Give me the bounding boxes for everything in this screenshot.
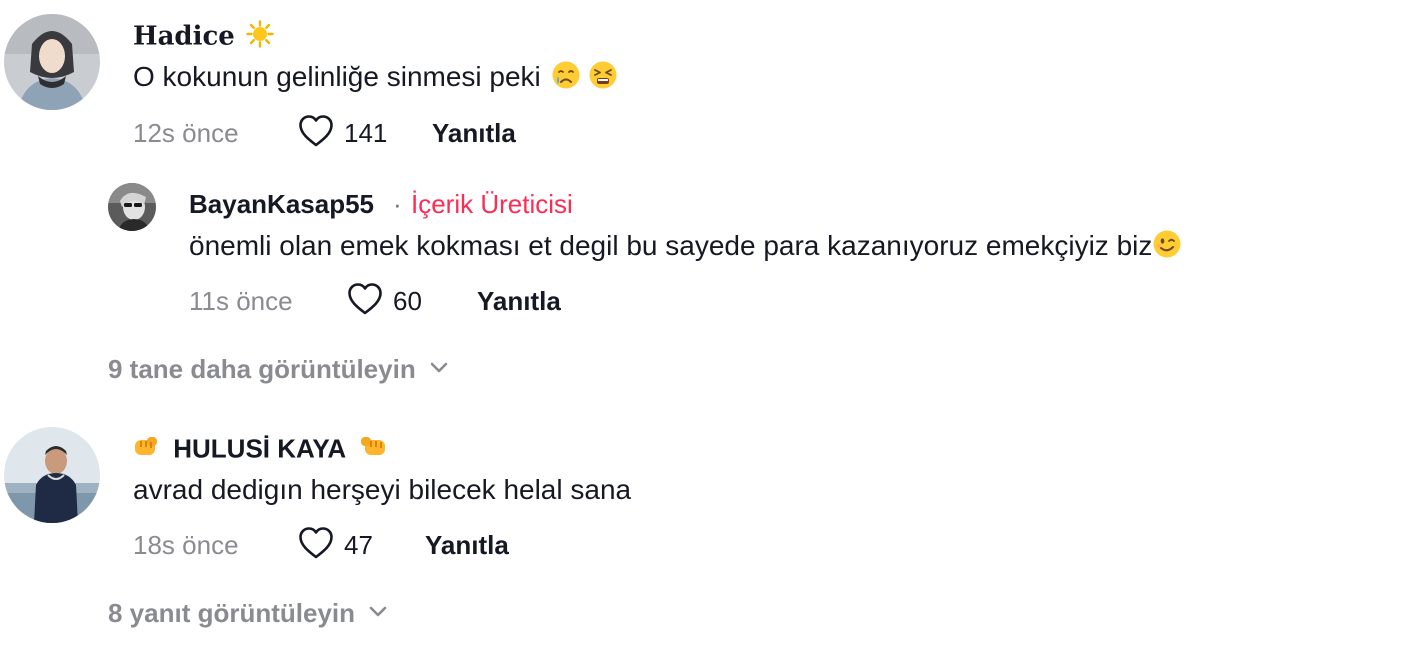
heart-outline-icon (298, 526, 334, 565)
avatar[interactable] (4, 427, 100, 523)
view-more-label: 8 yanıt görüntüleyin (108, 598, 356, 628)
comment-timestamp: 18s önce (133, 530, 239, 560)
reply-text-content: önemli olan emek kokması et degil bu say… (189, 229, 1153, 261)
crying-face-emoji (551, 60, 581, 97)
reply-button[interactable]: Yanıtla (477, 286, 561, 317)
reply-button[interactable]: Yanıtla (425, 530, 509, 561)
tired-face-emoji (588, 60, 618, 97)
username-text: HULUSİ KAYA (173, 433, 346, 464)
oncoming-fist-emoji (132, 433, 160, 468)
separator-dot: · (393, 189, 402, 219)
like-count: 60 (393, 286, 422, 316)
comment-text: avrad dedigın herşeyi bilecek helal sana (133, 474, 632, 505)
heart-outline-icon (298, 114, 334, 153)
avatar[interactable] (108, 183, 156, 231)
like-count: 141 (344, 118, 388, 148)
chevron-down-icon (428, 360, 450, 379)
like-count: 47 (344, 530, 373, 560)
chevron-down-icon (367, 604, 389, 623)
reply-timestamp: 11s önce (189, 286, 293, 316)
avatar[interactable] (4, 14, 100, 110)
reply-username[interactable]: BayanKasap55 (189, 189, 374, 220)
reply-button[interactable]: Yanıtla (432, 118, 516, 149)
creator-badge: İçerik Üreticisi (411, 189, 573, 219)
comment-username[interactable]: HULUSİ KAYA (132, 433, 388, 468)
comment-username[interactable]: Hadice (133, 20, 274, 55)
username-text: Hadice (133, 21, 235, 52)
comment-timestamp: 12s önce (133, 118, 239, 148)
like-button[interactable]: 60 (347, 282, 422, 321)
comment-text-content: O kokunun gelinliğe sinmesi peki (133, 60, 541, 92)
heart-outline-icon (347, 282, 383, 321)
winking-face-emoji (1152, 229, 1182, 266)
view-more-replies[interactable]: 8 yanıt görüntüleyin (108, 598, 389, 629)
like-button[interactable]: 141 (298, 114, 387, 153)
reply-text: önemli olan emek kokması et degil bu say… (189, 229, 1182, 266)
sun-emoji (246, 20, 274, 55)
like-button[interactable]: 47 (298, 526, 373, 565)
view-more-label: 9 tane daha görüntüleyin (108, 354, 416, 384)
comment-text: O kokunun gelinliğe sinmesi peki (133, 60, 618, 97)
view-more-replies[interactable]: 9 tane daha görüntüleyin (108, 354, 450, 385)
oncoming-fist-emoji (358, 433, 388, 468)
